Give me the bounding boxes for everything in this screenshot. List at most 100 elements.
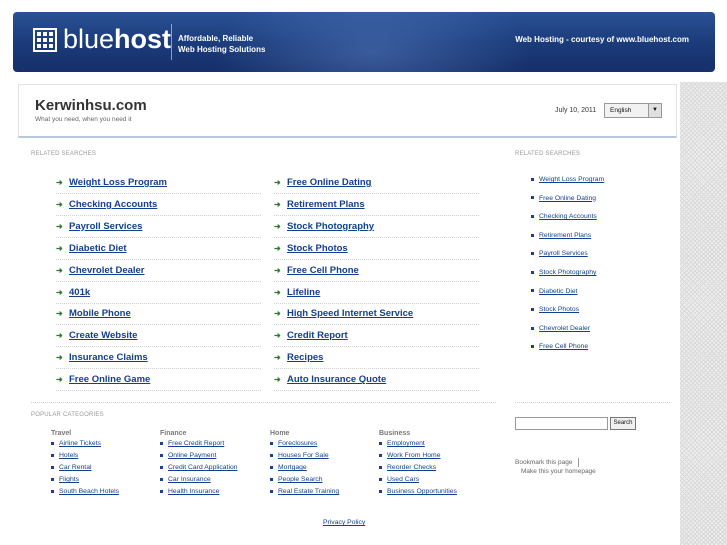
category-link[interactable]: Car Rental [59, 464, 92, 471]
category-link[interactable]: Employment [387, 440, 425, 447]
category-link[interactable]: Health Insurance [168, 488, 219, 495]
side-related-link[interactable]: Diabetic Diet [539, 288, 578, 295]
category-item[interactable]: Work From Home [379, 452, 489, 464]
side-related-link[interactable]: Free Online Dating [539, 195, 596, 202]
category-link[interactable]: Online Payment [168, 452, 216, 459]
category-item[interactable]: Credit Card Application [160, 464, 270, 476]
side-related-link[interactable]: Payroll Services [539, 250, 588, 257]
related-search-item[interactable]: ➜ Weight Loss Program [56, 172, 261, 194]
privacy-policy-link[interactable]: Privacy Policy [323, 519, 365, 526]
related-search-link[interactable]: Chevrolet Dealer [69, 265, 145, 276]
category-item[interactable]: People Search [270, 476, 380, 488]
category-item[interactable]: Foreclosures [270, 440, 380, 452]
related-search-link[interactable]: Insurance Claims [69, 352, 148, 363]
category-link[interactable]: Car Insurance [168, 476, 211, 483]
side-related-link[interactable]: Stock Photos [539, 306, 579, 313]
category-link[interactable]: Business Opportunities [387, 488, 457, 495]
category-item[interactable]: Used Cars [379, 476, 489, 488]
category-link[interactable]: Used Cars [387, 476, 419, 483]
related-search-item[interactable]: ➜ Stock Photography [274, 216, 479, 238]
category-link[interactable]: Mortgage [278, 464, 307, 471]
related-search-link[interactable]: Retirement Plans [287, 199, 365, 210]
category-item[interactable]: Car Insurance [160, 476, 270, 488]
side-related-item[interactable]: Diabetic Diet [531, 288, 578, 295]
category-item[interactable]: Car Rental [51, 464, 161, 476]
side-related-link[interactable]: Checking Accounts [539, 213, 597, 220]
related-search-link[interactable]: Lifeline [287, 287, 320, 298]
category-item[interactable]: Free Credit Report [160, 440, 270, 452]
category-link[interactable]: Houses For Sale [278, 452, 329, 459]
related-search-item[interactable]: ➜ Mobile Phone [56, 303, 261, 326]
related-search-item[interactable]: ➜ Auto Insurance Quote [274, 369, 479, 392]
category-link[interactable]: Flights [59, 476, 79, 483]
category-link[interactable]: People Search [278, 476, 323, 483]
category-item[interactable]: Airline Tickets [51, 440, 161, 452]
category-item[interactable]: Flights [51, 476, 161, 488]
search-button[interactable]: Search [610, 417, 636, 430]
related-search-link[interactable]: Auto Insurance Quote [287, 374, 386, 385]
side-related-item[interactable]: Payroll Services [531, 250, 588, 257]
category-link[interactable]: Real Estate Training [278, 488, 339, 495]
related-search-link[interactable]: Payroll Services [69, 221, 142, 232]
related-search-link[interactable]: Create Website [69, 330, 137, 341]
related-search-link[interactable]: Stock Photos [287, 243, 348, 254]
side-related-item[interactable]: Free Cell Phone [531, 343, 588, 350]
related-search-link[interactable]: High Speed Internet Service [287, 308, 413, 319]
category-link[interactable]: Hotels [59, 452, 78, 459]
side-related-item[interactable]: Free Online Dating [531, 195, 596, 202]
language-select[interactable]: English ▼ [604, 103, 662, 118]
side-related-link[interactable]: Retirement Plans [539, 232, 591, 239]
category-item[interactable]: Hotels [51, 452, 161, 464]
related-search-item[interactable]: ➜ High Speed Internet Service [274, 303, 479, 326]
related-search-item[interactable]: ➜ Stock Photos [274, 238, 479, 260]
related-search-item[interactable]: ➜ Recipes [274, 347, 479, 370]
category-item[interactable]: Health Insurance [160, 488, 270, 500]
category-link[interactable]: Free Credit Report [168, 440, 224, 447]
category-link[interactable]: Credit Card Application [168, 464, 238, 471]
category-item[interactable]: Business Opportunities [379, 488, 489, 500]
related-search-item[interactable]: ➜ 401k [56, 282, 261, 304]
banner-courtesy[interactable]: Web Hosting - courtesy of www.bluehost.c… [515, 35, 689, 44]
side-related-item[interactable]: Retirement Plans [531, 232, 591, 239]
related-search-item[interactable]: ➜ Free Online Dating [274, 172, 479, 194]
side-related-item[interactable]: Weight Loss Program [531, 176, 604, 183]
related-search-link[interactable]: Checking Accounts [69, 199, 157, 210]
category-link[interactable]: Foreclosures [278, 440, 317, 447]
category-item[interactable]: Employment [379, 440, 489, 452]
category-link[interactable]: South Beach Hotels [59, 488, 119, 495]
related-search-item[interactable]: ➜ Chevrolet Dealer [56, 260, 261, 282]
related-search-link[interactable]: Recipes [287, 352, 323, 363]
related-search-link[interactable]: Free Online Dating [287, 177, 371, 188]
side-related-link[interactable]: Chevrolet Dealer [539, 325, 590, 332]
category-item[interactable]: Mortgage [270, 464, 380, 476]
related-search-item[interactable]: ➜ Retirement Plans [274, 194, 479, 216]
category-item[interactable]: South Beach Hotels [51, 488, 161, 500]
related-search-item[interactable]: ➜ Free Cell Phone [274, 260, 479, 282]
side-related-item[interactable]: Chevrolet Dealer [531, 325, 590, 332]
related-search-link[interactable]: Stock Photography [287, 221, 374, 232]
bluehost-grid-logo-icon[interactable] [33, 28, 57, 52]
related-search-item[interactable]: ➜ Free Online Game [56, 369, 261, 392]
category-item[interactable]: Real Estate Training [270, 488, 380, 500]
side-related-item[interactable]: Checking Accounts [531, 213, 597, 220]
bookmark-link[interactable]: Bookmark this page [515, 458, 580, 467]
category-link[interactable]: Reorder Checks [387, 464, 436, 471]
category-item[interactable]: Online Payment [160, 452, 270, 464]
related-search-item[interactable]: ➜ Credit Report [274, 325, 479, 348]
related-search-item[interactable]: ➜ Checking Accounts [56, 194, 261, 216]
related-search-link[interactable]: Weight Loss Program [69, 177, 167, 188]
category-item[interactable]: Houses For Sale [270, 452, 380, 464]
related-search-item[interactable]: ➜ Lifeline [274, 282, 479, 304]
related-search-link[interactable]: 401k [69, 287, 90, 298]
search-input[interactable] [515, 417, 608, 430]
category-item[interactable]: Reorder Checks [379, 464, 489, 476]
related-search-link[interactable]: Diabetic Diet [69, 243, 127, 254]
side-related-item[interactable]: Stock Photos [531, 306, 579, 313]
side-related-link[interactable]: Free Cell Phone [539, 343, 588, 350]
related-search-item[interactable]: ➜ Create Website [56, 325, 261, 348]
homepage-link[interactable]: Make this your homepage [521, 468, 596, 475]
side-related-item[interactable]: Stock Photography [531, 269, 596, 276]
chevron-down-icon[interactable]: ▼ [648, 104, 661, 117]
related-search-link[interactable]: Free Online Game [69, 374, 150, 385]
bluehost-logo-text[interactable]: bluehost [63, 24, 171, 55]
